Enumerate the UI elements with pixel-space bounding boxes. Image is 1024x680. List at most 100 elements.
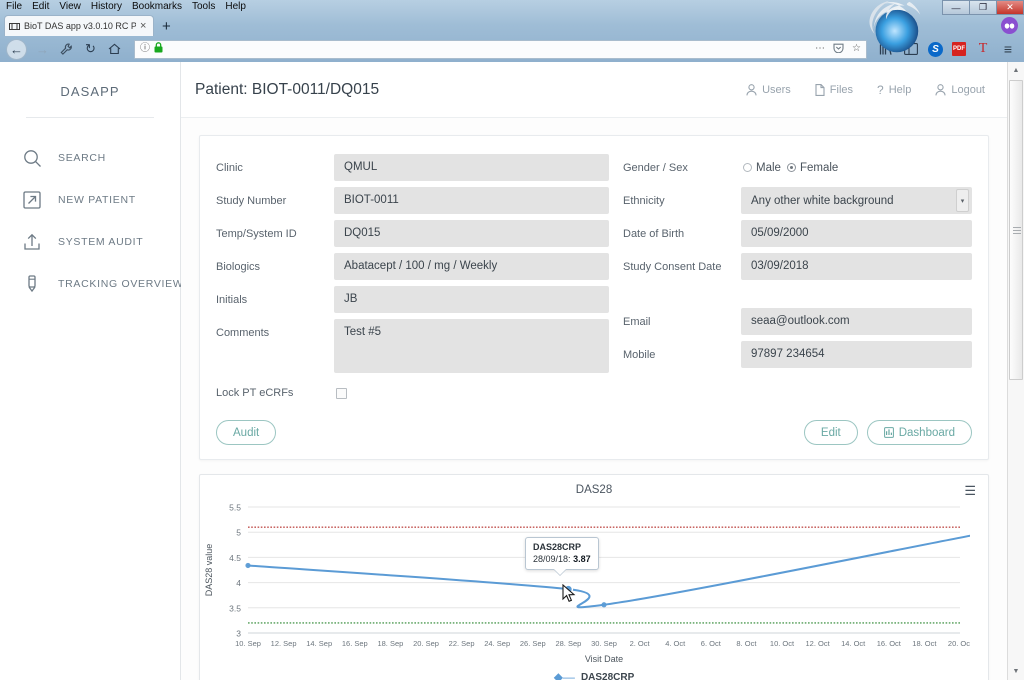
scroll-down-button[interactable]: ▼: [1008, 663, 1024, 680]
clinic-input[interactable]: QMUL: [334, 154, 609, 181]
menu-view[interactable]: View: [59, 0, 81, 14]
window-controls: — ❐ ✕: [942, 0, 1024, 15]
gender-radio-male[interactable]: Male: [743, 162, 781, 174]
right-button-group: Edit Dashboard: [803, 420, 972, 446]
menu-help[interactable]: Help: [225, 0, 246, 14]
back-button[interactable]: ←: [6, 38, 27, 60]
page-actions-icon[interactable]: ⋯: [815, 44, 825, 54]
page-scrollbar[interactable]: ▲ ▼: [1007, 62, 1024, 680]
scroll-grip-icon: [1013, 227, 1021, 235]
legend-label: DAS28CRP: [580, 671, 635, 680]
svg-text:16. Sep: 16. Sep: [342, 639, 368, 648]
field-temp-system-id: Temp/System ID DQ015: [216, 220, 609, 247]
library-icon[interactable]: [878, 41, 894, 57]
das28-chart-card: DAS28 ☰ 3 3.5 4 4.5 5 5.5 10. Sep 12. Sep 14. Se…: [199, 474, 989, 680]
header-action-users[interactable]: Users: [746, 84, 791, 96]
svg-text:12. Sep: 12. Sep: [271, 639, 297, 648]
skype-icon[interactable]: S: [928, 41, 943, 57]
svg-text:5.5: 5.5: [229, 503, 241, 513]
field-ethnicity: Ethnicity Any other white background ▾: [623, 187, 972, 214]
mobile-input[interactable]: 97897 234654: [741, 341, 972, 368]
header-action-help[interactable]: ? Help: [877, 83, 911, 97]
browser-tabstrip: BioT DAS app v3.0.10 RC Patie × +: [0, 14, 1024, 36]
sidebar-item-label: SYSTEM AUDIT: [58, 236, 144, 248]
main-content: Patient: BIOT-0011/DQ015 Users Files ? H…: [181, 62, 1007, 680]
date-of-birth-input[interactable]: 05/09/2000: [741, 220, 972, 247]
field-label: Mobile: [623, 349, 656, 361]
initials-input[interactable]: JB: [334, 286, 609, 313]
svg-text:20. Oct: 20. Oct: [948, 639, 970, 648]
chart-legend[interactable]: ◆— DAS28CRP: [200, 671, 988, 680]
biologics-input[interactable]: Abatacept / 100 / mg / Weekly: [334, 253, 609, 280]
gender-radio-female[interactable]: Female: [786, 162, 838, 174]
chart-plot-area: 3 3.5 4 4.5 5 5.5 10. Sep 12. Sep 14. Sep 16. Sep…: [200, 499, 988, 669]
sidebar-item-search[interactable]: SEARCH: [22, 148, 180, 168]
comments-textarea[interactable]: Test #5: [334, 319, 609, 373]
maximize-button[interactable]: ❐: [969, 0, 997, 15]
temp-system-id-input[interactable]: DQ015: [334, 220, 609, 247]
url-bar[interactable]: ⓘ ⋯ ☆: [134, 39, 867, 59]
svg-text:6. Oct: 6. Oct: [701, 639, 722, 648]
text-tool-icon[interactable]: T: [975, 41, 991, 57]
hamburger-menu-icon[interactable]: ≡: [1000, 41, 1016, 57]
sidebar-item-system-audit[interactable]: SYSTEM AUDIT: [22, 232, 180, 252]
svg-text:16. Oct: 16. Oct: [877, 639, 902, 648]
close-window-button[interactable]: ✕: [996, 0, 1024, 15]
browser-tab[interactable]: BioT DAS app v3.0.10 RC Patie ×: [4, 15, 154, 36]
new-tab-button[interactable]: +: [162, 19, 171, 34]
chart-icon: [883, 427, 894, 439]
pdf-icon[interactable]: PDF: [952, 42, 966, 56]
pocket-icon[interactable]: [833, 43, 844, 56]
lock-ecrfs-checkbox[interactable]: [336, 388, 347, 400]
sidebar-item-label: NEW PATIENT: [58, 194, 136, 206]
svg-text:24. Sep: 24. Sep: [484, 639, 510, 648]
radio-dot-icon: [743, 163, 752, 172]
url-input[interactable]: [167, 43, 607, 55]
ethnicity-select[interactable]: Any other white background ▾: [741, 187, 972, 214]
lock-icon: [154, 42, 163, 56]
chart-context-menu-icon[interactable]: ☰: [964, 484, 976, 497]
wrench-icon[interactable]: [58, 41, 75, 58]
chart-title: DAS28: [575, 484, 613, 497]
sidebar-item-tracking-overview[interactable]: TRACKING OVERVIEW: [22, 274, 183, 294]
tab-close-icon[interactable]: ×: [140, 20, 149, 32]
dashboard-button[interactable]: Dashboard: [866, 420, 972, 446]
edit-button[interactable]: Edit: [803, 420, 858, 446]
study-number-input[interactable]: BIOT-0011: [334, 187, 609, 214]
bookmark-star-icon[interactable]: ☆: [852, 44, 861, 54]
external-link-icon: [22, 190, 42, 210]
header-action-files[interactable]: Files: [815, 84, 853, 96]
svg-text:3: 3: [236, 629, 241, 639]
menu-file[interactable]: File: [6, 0, 22, 14]
field-date-of-birth: Date of Birth 05/09/2000: [623, 220, 972, 247]
form-spacer: [623, 286, 972, 308]
sidebar-icon[interactable]: [903, 41, 919, 57]
scroll-thumb[interactable]: [1009, 80, 1023, 380]
tooltip-date: 28/09/18:: [533, 554, 571, 565]
scroll-up-button[interactable]: ▲: [1008, 62, 1024, 79]
header-action-logout[interactable]: Logout: [935, 84, 985, 96]
menu-edit[interactable]: Edit: [32, 0, 49, 14]
tab-favicon-icon: [9, 21, 20, 32]
sidebar-item-new-patient[interactable]: NEW PATIENT: [22, 190, 180, 210]
site-info-icon[interactable]: ⓘ: [140, 44, 150, 54]
menu-history[interactable]: History: [91, 0, 122, 14]
menu-bookmarks[interactable]: Bookmarks: [132, 0, 182, 14]
minimize-button[interactable]: —: [942, 0, 970, 15]
home-button[interactable]: [106, 41, 123, 58]
study-consent-date-input[interactable]: 03/09/2018: [741, 253, 972, 280]
reload-button[interactable]: ↻: [82, 41, 99, 58]
email-input[interactable]: seaa@outlook.com: [741, 308, 972, 335]
field-label: Lock PT eCRFs: [216, 387, 294, 399]
audit-button[interactable]: Audit: [216, 420, 277, 446]
svg-text:10. Oct: 10. Oct: [770, 639, 795, 648]
chevron-down-icon[interactable]: ▾: [956, 189, 969, 212]
user-icon: [935, 83, 946, 96]
browser-menubar[interactable]: File Edit View History Bookmarks Tools H…: [0, 0, 1024, 14]
field-gender-sex: Gender / Sex Male Female: [623, 154, 972, 181]
field-comments: Comments Test #5: [216, 319, 609, 373]
radio-label: Male: [756, 161, 781, 174]
private-browsing-badge[interactable]: [1001, 17, 1018, 34]
menu-tools[interactable]: Tools: [192, 0, 215, 14]
forward-button[interactable]: →: [34, 41, 51, 58]
